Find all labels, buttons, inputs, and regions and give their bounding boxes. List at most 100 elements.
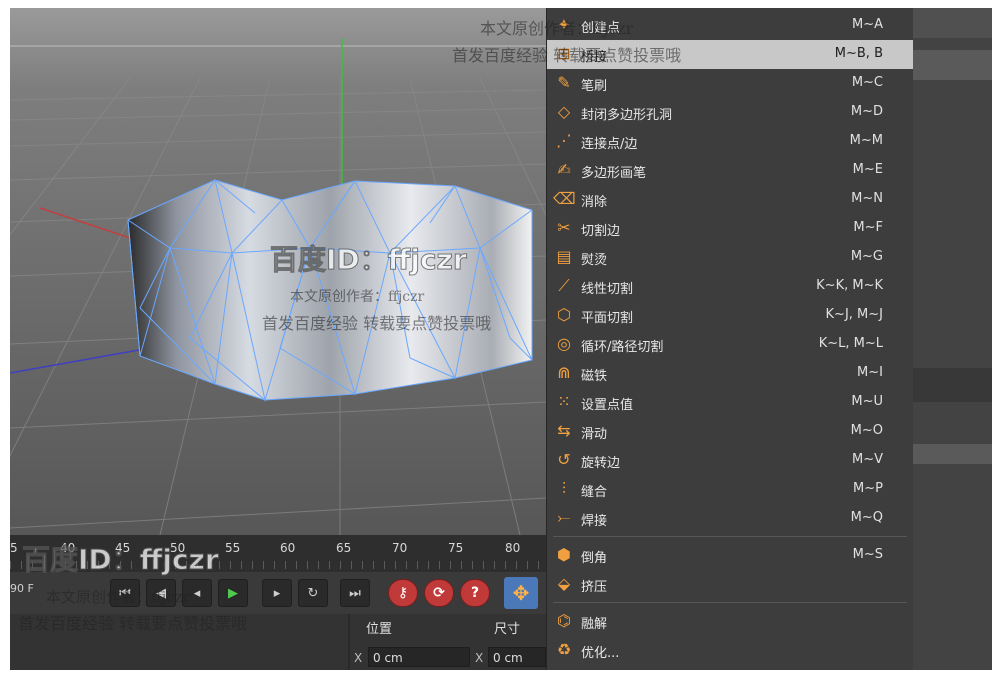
slide-icon: ⇆ [557,421,571,440]
size-x-input[interactable]: 0 cm [488,647,546,667]
menu-item[interactable]: ♻ 优化... [547,636,913,665]
loop-cut-icon: ◎ [557,334,571,353]
go-to-end-button[interactable]: ⏭ [340,579,370,607]
menu-item-label: 焊接 [581,514,608,529]
record-button[interactable]: ⚷ [388,579,418,607]
current-frame-field[interactable]: 90 F [10,582,34,595]
skip-end-icon: ⏭ [349,586,361,601]
menu-item-shortcut: M~G [850,249,883,264]
menu-item[interactable]: ✦ 创建点 M~A [547,11,913,40]
panel-row [912,444,992,464]
coordinates-panel: 位置 尺寸 X 0 cm X 0 cm [10,614,546,670]
weld-icon: ⤚ [557,508,571,527]
menu-item[interactable]: ⬡ 平面切割 K~J, M~J [547,301,913,330]
menu-item[interactable]: ✂ 切割边 M~F [547,214,913,243]
menu-item-shortcut: M~U [851,394,883,409]
play-button[interactable]: ▶ [218,579,248,607]
next-frame-button[interactable]: ▸ [262,579,292,607]
cinema4d-window: 5 40 45 50 55 60 65 70 75 80 90 F ⏮ ◀ ◂ … [0,0,1000,679]
menu-item[interactable]: ⌫ 消除 M~N [547,185,913,214]
menu-item[interactable]: ◎ 循环/路径切割 K~L, M~L [547,330,913,359]
extrude-icon: ⬙ [557,574,571,593]
bevel-icon: ⬢ [557,545,571,564]
menu-item[interactable]: ⫶ 缝合 M~P [547,475,913,504]
prev-key-button[interactable]: ◀ [146,579,176,607]
menu-item[interactable]: ⁙ 设置点值 M~U [547,388,913,417]
menu-item[interactable]: ⋰ 连接点/边 M~M [547,127,913,156]
menu-item-shortcut: K~J, M~J [825,307,883,322]
menu-item-shortcut: M~A [851,17,883,32]
timeline-tick: 75 [448,541,464,555]
timeline-tick: 5 [10,541,18,555]
menu-item[interactable]: ◇ 封闭多边形孔洞 M~D [547,98,913,127]
size-label: 尺寸 [494,622,521,637]
menu-item-label: 桥接 [581,50,608,65]
menu-item[interactable]: ⊞ 桥接 M~B, B [547,40,913,69]
go-to-start-button[interactable]: ⏮ [110,579,140,607]
position-x-input[interactable]: 0 cm [368,647,470,667]
auto-key-button[interactable]: ⟳ [424,579,454,607]
menu-item-label: 笔刷 [581,79,608,94]
magnet-icon: ⋒ [557,363,571,382]
menu-item-shortcut: M~M [849,133,883,148]
menu-item-label: 连接点/边 [581,137,638,152]
position-label: 位置 [366,622,393,637]
create-point-icon: ✦ [557,15,571,34]
menu-item-label: 平面切割 [581,311,634,326]
menu-item[interactable]: ✍ 多边形画笔 M~E [547,156,913,185]
panel-row [912,368,992,402]
menu-item-label: 融解 [581,617,608,632]
menu-item-label: 缝合 [581,485,608,500]
transport-bar: 90 F ⏮ ◀ ◂ ▶ ▸ ↻ ⏭ ⚷ ⟳ ? ✥ [10,572,546,614]
menu-item-shortcut: M~B, B [834,46,883,61]
loop-button[interactable]: ↻ [298,579,328,607]
prev-frame-button[interactable]: ◂ [182,579,212,607]
menu-item-shortcut: M~Q [850,510,883,525]
timeline-tick: 55 [225,541,241,555]
prev-key-icon: ◀ [156,586,166,601]
menu-item-label: 熨烫 [581,253,608,268]
auto-key-icon: ⟳ [433,585,445,601]
watermark-id: 百度ID：ffjczr [22,543,220,577]
loop-icon: ↻ [307,586,319,601]
menu-item[interactable]: ⬙ 挤压 [547,570,913,599]
menu-item-shortcut: M~P [853,481,883,496]
menu-item-label: 封闭多边形孔洞 [581,108,673,123]
x-axis-label: X [354,651,363,665]
menu-item-label: 切割边 [581,224,621,239]
menu-item[interactable]: ⤚ 焊接 M~Q [547,504,913,533]
timeline-tick: 80 [505,541,521,555]
spin-edge-icon: ↺ [557,450,571,469]
move-tool-button[interactable]: ✥ [504,577,538,609]
menu-separator [553,536,907,537]
menu-item[interactable]: ⬢ 倒角 M~S [547,541,913,570]
menu-separator [553,602,907,603]
dissolve-icon: ⌫ [553,189,576,208]
timeline-tick: 65 [336,541,352,555]
menu-item[interactable]: ↺ 旋转边 M~V [547,446,913,475]
menu-item-shortcut: M~D [850,104,883,119]
set-point-icon: ⁙ [557,392,571,411]
panel-header [912,8,992,38]
menu-item-label: 消除 [581,195,608,210]
iron-icon: ▤ [556,247,572,266]
help-button[interactable]: ? [460,579,490,607]
menu-item-label: 优化... [581,646,620,661]
play-icon: ▶ [228,586,238,601]
menu-item-shortcut: K~K, M~K [816,278,883,293]
menu-item-label: 多边形画笔 [581,166,647,181]
menu-item[interactable]: ⌬ 融解 [547,607,913,636]
panel-row [912,50,992,80]
menu-item[interactable]: ✎ 笔刷 M~C [547,69,913,98]
knife-icon: ⟋ [558,276,570,295]
menu-item[interactable]: ⇆ 滑动 M~O [547,417,913,446]
step-forward-icon: ▸ [273,586,281,601]
menu-item[interactable]: ⟋ 线性切割 K~K, M~K [547,272,913,301]
menu-item-shortcut: M~O [850,423,883,438]
menu-item[interactable]: ▤ 熨烫 M~G [547,243,913,272]
menu-item-label: 循环/路径切割 [581,340,664,355]
menu-item[interactable]: ⋒ 磁铁 M~I [547,359,913,388]
menu-item-label: 挤压 [581,580,608,595]
timeline-tick: 60 [280,541,296,555]
menu-item-shortcut: M~I [857,365,883,380]
